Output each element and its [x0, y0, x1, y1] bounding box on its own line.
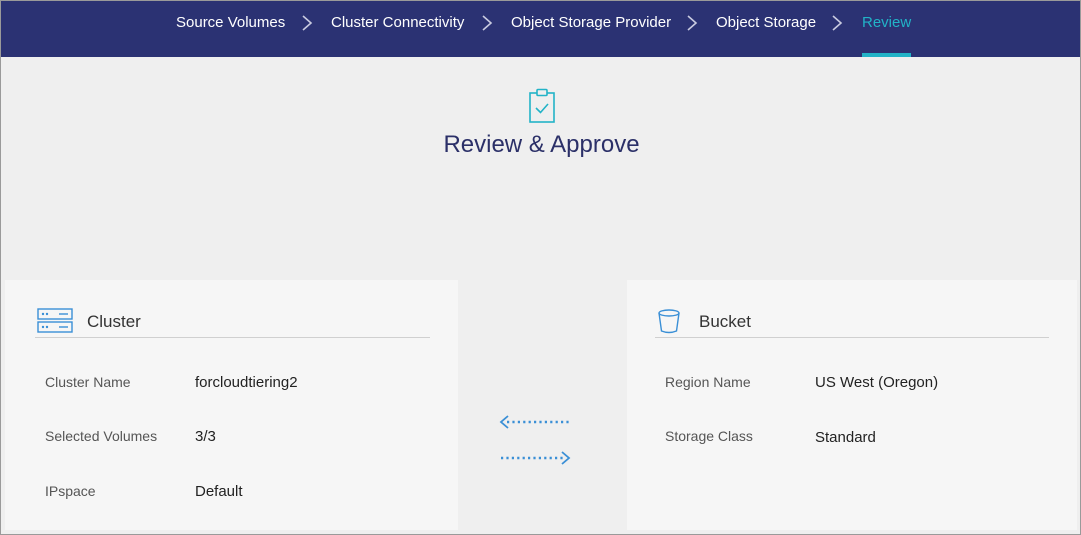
- step-cluster-connectivity[interactable]: Cluster Connectivity: [331, 1, 464, 57]
- review-page: Source Volumes Cluster Connectivity Obje…: [0, 0, 1081, 535]
- cluster-name-value: forcloudtiering2: [195, 374, 298, 391]
- bucket-icon: [658, 309, 680, 334]
- storage-class-label: Storage Class: [665, 428, 753, 444]
- bucket-card: Bucket Region Name US West (Oregon) Stor…: [627, 280, 1077, 530]
- server-rack-icon: [37, 308, 73, 333]
- cluster-name-label: Cluster Name: [45, 374, 131, 390]
- bidirectional-arrows-icon: [499, 415, 571, 465]
- chevron-right-icon: [687, 15, 698, 31]
- selected-volumes-value: 3/3: [195, 428, 216, 445]
- bucket-card-header: Bucket: [655, 304, 1049, 338]
- clipboard-check-icon: [529, 88, 555, 123]
- step-object-storage-provider[interactable]: Object Storage Provider: [511, 1, 671, 57]
- step-object-storage[interactable]: Object Storage: [716, 1, 816, 57]
- bucket-card-title: Bucket: [699, 312, 751, 331]
- page-title: Review & Approve: [443, 131, 640, 158]
- cluster-card: Cluster Cluster Name forcloudtiering2 Se…: [5, 280, 458, 530]
- chevron-right-icon: [832, 15, 843, 31]
- selected-volumes-label: Selected Volumes: [45, 428, 158, 444]
- ipspace-value: Default: [195, 483, 243, 500]
- region-name-label: Region Name: [665, 374, 751, 390]
- wizard-steps-bar: Source Volumes Cluster Connectivity Obje…: [1, 1, 1080, 57]
- region-name-value: US West (Oregon): [815, 374, 939, 391]
- cluster-card-header: Cluster: [35, 304, 430, 338]
- step-review[interactable]: Review: [862, 1, 912, 57]
- cluster-card-title: Cluster: [87, 312, 141, 331]
- chevron-right-icon: [302, 15, 313, 31]
- ipspace-label: IPspace: [45, 483, 96, 499]
- step-source-volumes[interactable]: Source Volumes: [176, 1, 285, 57]
- storage-class-value: Standard: [815, 429, 876, 446]
- chevron-right-icon: [482, 15, 493, 31]
